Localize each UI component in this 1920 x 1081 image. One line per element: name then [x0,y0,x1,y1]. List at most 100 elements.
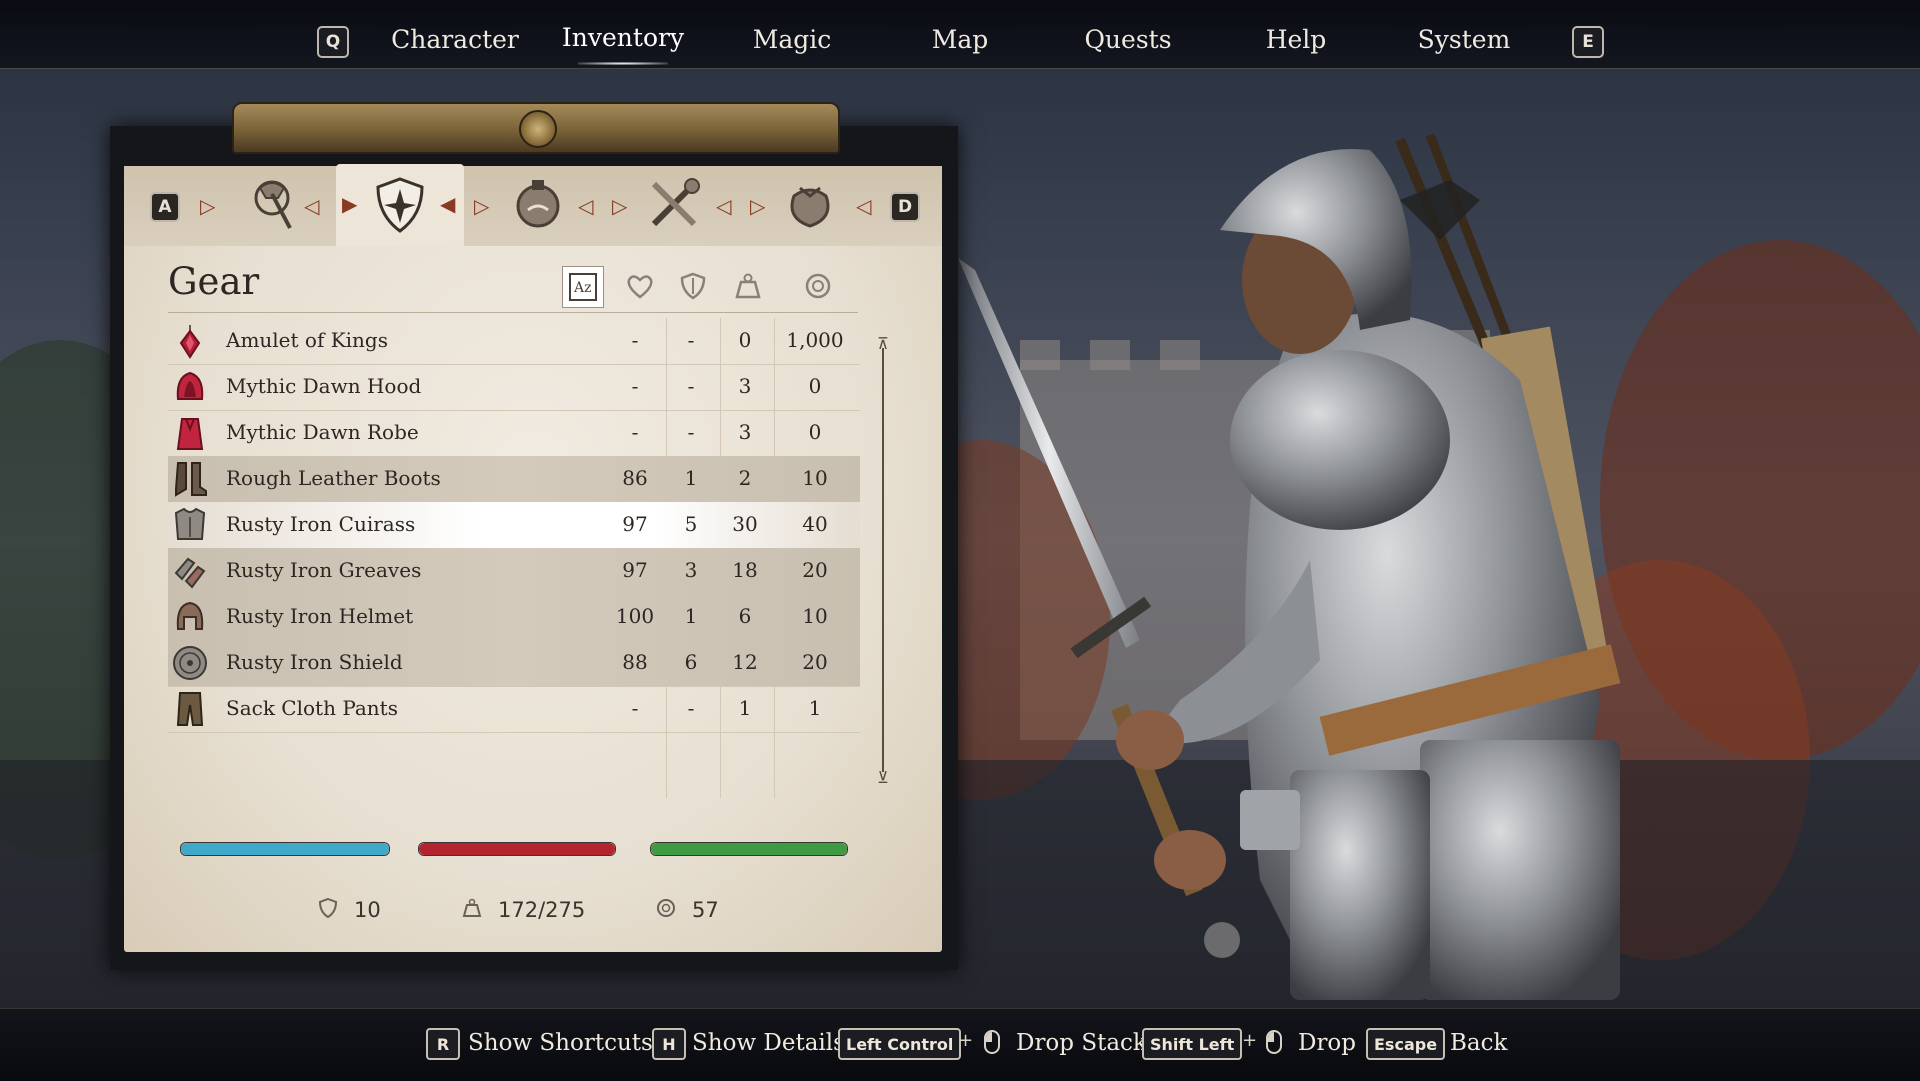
arrow-right-icon: ▶ [342,192,358,216]
next-menu-key-hint[interactable]: E [1572,26,1604,58]
tab-character[interactable]: Character [380,20,530,60]
value-coin-icon [805,273,831,299]
inventory-row[interactable]: Mythic Dawn Hood - - 3 0 [168,364,860,411]
mouse-left-click-icon [1266,1030,1282,1054]
drop-button[interactable]: Drop [1298,1028,1356,1058]
sort-by-name-button[interactable]: Az [562,266,604,308]
health-bar [418,842,616,856]
prev-category-key-hint[interactable]: A [150,192,180,222]
scroll-down-icon[interactable]: ⊻ [874,768,892,787]
gold-coin-icon [657,899,675,917]
item-armor-rating: 5 [684,512,698,536]
item-value: 1 [808,696,822,720]
category-tab-valuables[interactable] [746,166,874,242]
next-category-key-hint[interactable]: D [890,192,920,222]
magicka-bar-fill [181,843,389,855]
tab-map[interactable]: Map [885,20,1035,60]
item-name: Rusty Iron Greaves [226,558,422,582]
show-shortcuts-button[interactable]: Show Shortcuts [468,1028,653,1058]
inventory-title: Gear [168,260,260,303]
category-tab-apparel[interactable]: ▶ ◀ [336,164,464,246]
show-shortcuts-key[interactable]: R [426,1028,460,1060]
sort-by-value-button[interactable] [798,266,838,306]
item-condition: - [631,696,639,720]
robe-icon [176,418,204,450]
item-weight: 2 [738,466,752,490]
item-armor-rating: - [687,420,695,444]
item-armor-rating: 6 [684,650,698,674]
carry-weight-value: 172/275 [498,898,586,922]
fatigue-bar-fill [651,843,847,855]
back-button[interactable]: Back [1450,1028,1507,1058]
inventory-row-equipped[interactable]: Rough Leather Boots 86 1 2 10 [168,456,860,503]
item-weight: 12 [732,650,758,674]
show-details-key[interactable]: H [652,1028,686,1060]
tab-help[interactable]: Help [1221,20,1371,60]
sort-by-health-button[interactable] [620,266,660,306]
header-divider [168,312,858,313]
inventory-row-equipped[interactable]: Rusty Iron Greaves 97 3 18 20 [168,548,860,595]
arrow-left-icon: ◁ [856,194,872,218]
item-value: 20 [802,558,828,582]
item-condition: 100 [615,604,655,628]
inventory-scrollbar[interactable] [882,348,884,772]
coin-pouch-icon [790,186,830,228]
inventory-row[interactable]: Amulet of Kings - - 0 1,000 [168,318,860,365]
item-weight: 30 [732,512,758,536]
inventory-row-equipped[interactable]: Rusty Iron Helmet 100 1 6 10 [168,594,860,641]
item-value: 0 [808,420,822,444]
sort-by-armor-button[interactable] [673,266,713,306]
arrow-left-icon: ◁ [578,194,594,218]
show-details-button[interactable]: Show Details [692,1028,845,1058]
item-condition: - [631,420,639,444]
left-control-key[interactable]: Left Control [838,1028,962,1060]
weight-icon [462,898,482,917]
tab-inventory[interactable]: Inventory [548,18,698,65]
boots-icon [175,462,207,497]
item-armor-rating: - [687,374,695,398]
inventory-row[interactable]: Sack Cloth Pants - - 1 1 [168,686,860,733]
helmet-icon [176,601,204,630]
tab-magic[interactable]: Magic [717,20,867,60]
item-name: Rough Leather Boots [226,466,441,490]
item-condition: - [631,374,639,398]
tab-system[interactable]: System [1389,20,1539,60]
magicka-bar [180,842,390,856]
sort-az-icon: Az [569,273,597,301]
cuirass-icon [174,507,206,540]
axe-weapon-icon [254,180,292,229]
item-value: 0 [808,374,822,398]
item-weight: 3 [738,374,752,398]
sort-by-weight-button[interactable] [728,266,768,306]
item-weight: 0 [738,328,752,352]
svg-text:Az: Az [573,280,592,296]
item-name: Mythic Dawn Hood [226,374,422,398]
arrow-left-icon: ◁ [304,194,320,218]
item-weight: 3 [738,420,752,444]
armor-shield-icon [376,177,424,233]
shift-left-key[interactable]: Shift Left [1142,1028,1243,1060]
drop-stack-button[interactable]: Drop Stack [1016,1028,1147,1058]
mouse-left-click-icon [984,1030,1000,1054]
inventory-row-equipped[interactable]: Rusty Iron Shield 88 6 12 20 [168,640,860,687]
potion-icon [516,180,560,228]
gold-value: 57 [692,898,719,922]
item-armor-rating: - [687,696,695,720]
tab-quests[interactable]: Quests [1053,20,1203,60]
item-value: 40 [802,512,828,536]
item-value: 10 [802,466,828,490]
item-condition: 86 [622,466,648,490]
item-condition: 88 [622,650,648,674]
amulet-icon [179,325,201,359]
panel-crest-ornament [232,102,840,154]
inventory-row-selected[interactable]: Rusty Iron Cuirass 97 5 30 40 [168,502,860,549]
item-condition: 97 [622,558,648,582]
item-value: 20 [802,650,828,674]
item-name: Amulet of Kings [226,328,389,352]
inventory-row[interactable]: Mythic Dawn Robe - - 3 0 [168,410,860,457]
prev-menu-key-hint[interactable]: Q [317,26,349,58]
arrow-left-icon: ◀ [440,192,456,216]
item-armor-rating: 3 [684,558,698,582]
escape-key[interactable]: Escape [1366,1028,1446,1060]
item-condition: - [631,328,639,352]
